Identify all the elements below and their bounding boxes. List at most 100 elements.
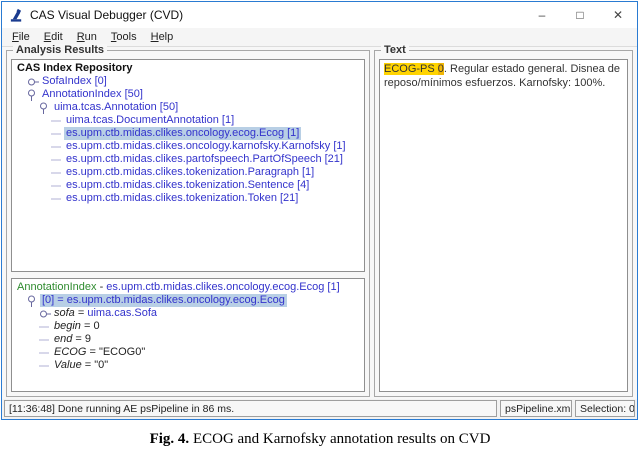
tree-collapse-handle[interactable] [27,76,40,88]
app-icon [9,8,24,23]
tree-leaf-connector [51,193,64,205]
tree-expand-handle[interactable] [27,295,40,307]
status-message: [11:36:48] Done running AE psPipeline in… [4,400,497,417]
tree-node-label[interactable]: uima.tcas.DocumentAnnotation [1] [64,114,236,127]
minimize-button[interactable]: – [523,2,561,28]
tree-label-segment: SofaIndex [0] [42,75,107,87]
document-text-area[interactable]: ECOG-PS 0. Regular estado general. Disne… [379,59,628,392]
tree-leaf-connector [39,360,52,372]
tree-expand-handle[interactable] [39,102,52,114]
close-button[interactable]: ✕ [599,2,637,28]
content-area: Analysis Results CAS Index RepositorySof… [2,47,637,399]
tree-node[interactable]: CAS Index Repository [13,62,363,75]
tree-node-label[interactable]: CAS Index Repository [15,62,135,75]
menu-run[interactable]: Run [70,30,104,44]
cas-index-tree: CAS Index RepositorySofaIndex [0]Annotat… [12,60,364,207]
tree-node-label[interactable]: es.upm.ctb.midas.clikes.tokenization.Sen… [64,179,311,192]
tree-label-segment: AnnotationIndex [17,281,97,293]
tree-node-label[interactable]: Value = "0" [52,359,110,372]
maximize-button[interactable]: □ [561,2,599,28]
tree-node[interactable]: begin = 0 [13,320,363,333]
title-bar: CAS Visual Debugger (CVD) – □ ✕ [2,2,637,28]
tree-node[interactable]: uima.tcas.DocumentAnnotation [1] [13,114,363,127]
tree-node[interactable]: uima.tcas.Annotation [50] [13,101,363,114]
tree-node[interactable]: SofaIndex [0] [13,75,363,88]
tree-label-segment: begin [54,320,81,332]
tree-node[interactable]: Value = "0" [13,359,363,372]
tree-label-segment: ECOG [54,346,86,358]
tree-node-label-selected[interactable]: [0] = es.upm.ctb.midas.clikes.oncology.e… [40,294,287,307]
tree-label-segment: es.upm.ctb.midas.clikes.tokenization.Sen… [66,179,309,191]
tree-leaf-connector [51,154,64,166]
menu-file[interactable]: File [5,30,37,44]
tree-node[interactable]: es.upm.ctb.midas.clikes.oncology.ecog.Ec… [13,127,363,140]
tree-node-label[interactable]: SofaIndex [0] [40,75,109,88]
analysis-results-title: Analysis Results [13,44,107,56]
window-title: CAS Visual Debugger (CVD) [30,8,183,22]
tree-leaf-connector [51,115,64,127]
tree-node[interactable]: es.upm.ctb.midas.clikes.oncology.karnofs… [13,140,363,153]
tree-expand-handle[interactable] [27,89,40,101]
tree-node-label[interactable]: AnnotationIndex [50] [40,88,145,101]
status-bar: [11:36:48] Done running AE psPipeline in… [2,399,637,419]
tree-leaf-connector [51,180,64,192]
tree-node-label[interactable]: es.upm.ctb.midas.clikes.partofspeech.Par… [64,153,345,166]
tree-node[interactable]: [0] = es.upm.ctb.midas.clikes.oncology.e… [13,294,363,307]
tree-collapse-handle[interactable] [39,308,52,320]
tree-node[interactable]: sofa = uima.cas.Sofa [13,307,363,320]
annotation-detail-panel[interactable]: AnnotationIndex - es.upm.ctb.midas.clike… [11,278,365,392]
menu-edit[interactable]: Edit [37,30,70,44]
text-groupbox: Text ECOG-PS 0. Regular estado general. … [374,50,633,397]
tree-label-segment: = [75,307,88,319]
tree-node[interactable]: es.upm.ctb.midas.clikes.tokenization.Sen… [13,179,363,192]
annotation-detail-tree: AnnotationIndex - es.upm.ctb.midas.clike… [12,279,364,374]
tree-label-segment: Value [54,359,82,371]
tree-label-segment: end [54,333,72,345]
cas-index-tree-panel[interactable]: CAS Index RepositorySofaIndex [0]Annotat… [11,59,365,272]
tree-leaf-connector [39,347,52,359]
tree-node[interactable]: end = 9 [13,333,363,346]
tree-node-label[interactable]: es.upm.ctb.midas.clikes.tokenization.Tok… [64,192,300,205]
tree-leaf-connector [51,128,64,140]
tree-node[interactable]: es.upm.ctb.midas.clikes.tokenization.Par… [13,166,363,179]
tree-node-label[interactable]: ECOG = "ECOG0" [52,346,147,359]
tree-label-segment: sofa [54,307,75,319]
tree-label-segment: CAS Index Repository [17,62,133,74]
tree-node-label[interactable]: AnnotationIndex - es.upm.ctb.midas.clike… [15,281,342,294]
tree-label-segment: AnnotationIndex [50] [42,88,143,100]
tree-label-segment: = 0 [81,320,100,332]
tree-label-segment: es.upm.ctb.midas.clikes.oncology.ecog.Ec… [106,281,339,293]
tree-node[interactable]: AnnotationIndex [50] [13,88,363,101]
figure-caption-text: ECOG and Karnofsky annotation results on… [189,431,490,447]
tree-node[interactable]: es.upm.ctb.midas.clikes.partofspeech.Par… [13,153,363,166]
status-selection: Selection: 0 - 9 [575,400,635,417]
tree-label-segment: es.upm.ctb.midas.clikes.partofspeech.Par… [66,153,343,165]
analysis-results-groupbox: Analysis Results CAS Index RepositorySof… [6,50,370,397]
tree-node-label[interactable]: begin = 0 [52,320,102,333]
tree-node-label[interactable]: es.upm.ctb.midas.clikes.tokenization.Par… [64,166,316,179]
tree-node-label[interactable]: sofa = uima.cas.Sofa [52,307,159,320]
tree-label-segment: es.upm.ctb.midas.clikes.tokenization.Par… [66,166,314,178]
highlighted-annotation-text[interactable]: ECOG-PS [384,63,438,75]
tree-label-segment: uima.tcas.DocumentAnnotation [1] [66,114,234,126]
menu-help[interactable]: Help [144,30,181,44]
tree-label-segment: es.upm.ctb.midas.clikes.tokenization.Tok… [66,192,298,204]
tree-node-label[interactable]: es.upm.ctb.midas.clikes.oncology.karnofs… [64,140,348,153]
text-panel-title: Text [381,44,409,56]
menu-tools[interactable]: Tools [104,30,144,44]
tree-label-segment: = "ECOG0" [86,346,145,358]
tree-node[interactable]: AnnotationIndex - es.upm.ctb.midas.clike… [13,281,363,294]
tree-label-segment: es.upm.ctb.midas.clikes.oncology.ecog.Ec… [66,127,299,139]
tree-leaf-connector [39,334,52,346]
tree-node-label[interactable]: uima.tcas.Annotation [50] [52,101,180,114]
tree-node[interactable]: ECOG = "ECOG0" [13,346,363,359]
tree-label-segment: [0] = es.upm.ctb.midas.clikes.oncology.e… [42,294,285,306]
tree-node-label-selected[interactable]: es.upm.ctb.midas.clikes.oncology.ecog.Ec… [64,127,301,140]
tree-node-label[interactable]: end = 9 [52,333,93,346]
tree-label-segment: uima.cas.Sofa [87,307,157,319]
status-pipeline-file: psPipeline.xml [500,400,572,417]
tree-node[interactable]: es.upm.ctb.midas.clikes.tokenization.Tok… [13,192,363,205]
window-controls: – □ ✕ [523,2,637,28]
figure-caption-prefix: Fig. 4. [150,431,190,447]
app-window: CAS Visual Debugger (CVD) – □ ✕ FileEdit… [1,1,638,420]
